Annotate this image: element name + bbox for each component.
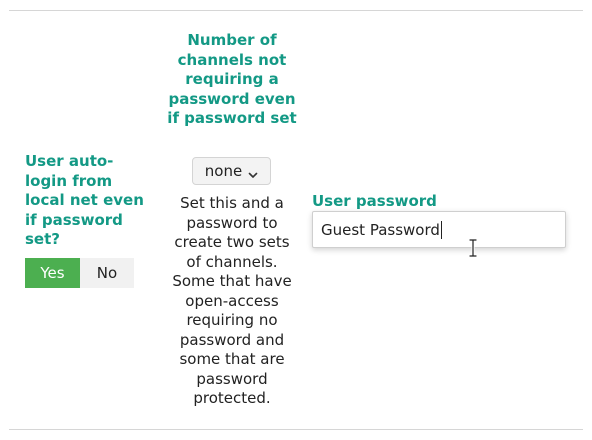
top-divider <box>9 10 583 11</box>
user-password-label: User password <box>312 192 437 210</box>
channels-select-value: none <box>204 162 243 180</box>
user-password-value: Guest Password <box>321 220 440 239</box>
auto-login-toggle: Yes No <box>25 258 134 288</box>
chevron-down-icon <box>248 166 258 178</box>
channels-label: Number of channels not requiring a passw… <box>167 31 297 127</box>
text-caret <box>440 220 442 239</box>
settings-panel: User auto-login from local net even if p… <box>0 0 592 440</box>
auto-login-label: User auto-login from local net even if p… <box>25 152 144 248</box>
user-password-input[interactable]: Guest Password <box>312 211 566 248</box>
bottom-divider <box>9 429 583 430</box>
auto-login-no-button[interactable]: No <box>80 258 134 288</box>
text-cursor-icon <box>468 238 478 258</box>
channels-description: Set this and a password to create two se… <box>172 194 292 407</box>
channels-select[interactable]: none <box>192 157 271 185</box>
auto-login-yes-button[interactable]: Yes <box>25 258 80 288</box>
